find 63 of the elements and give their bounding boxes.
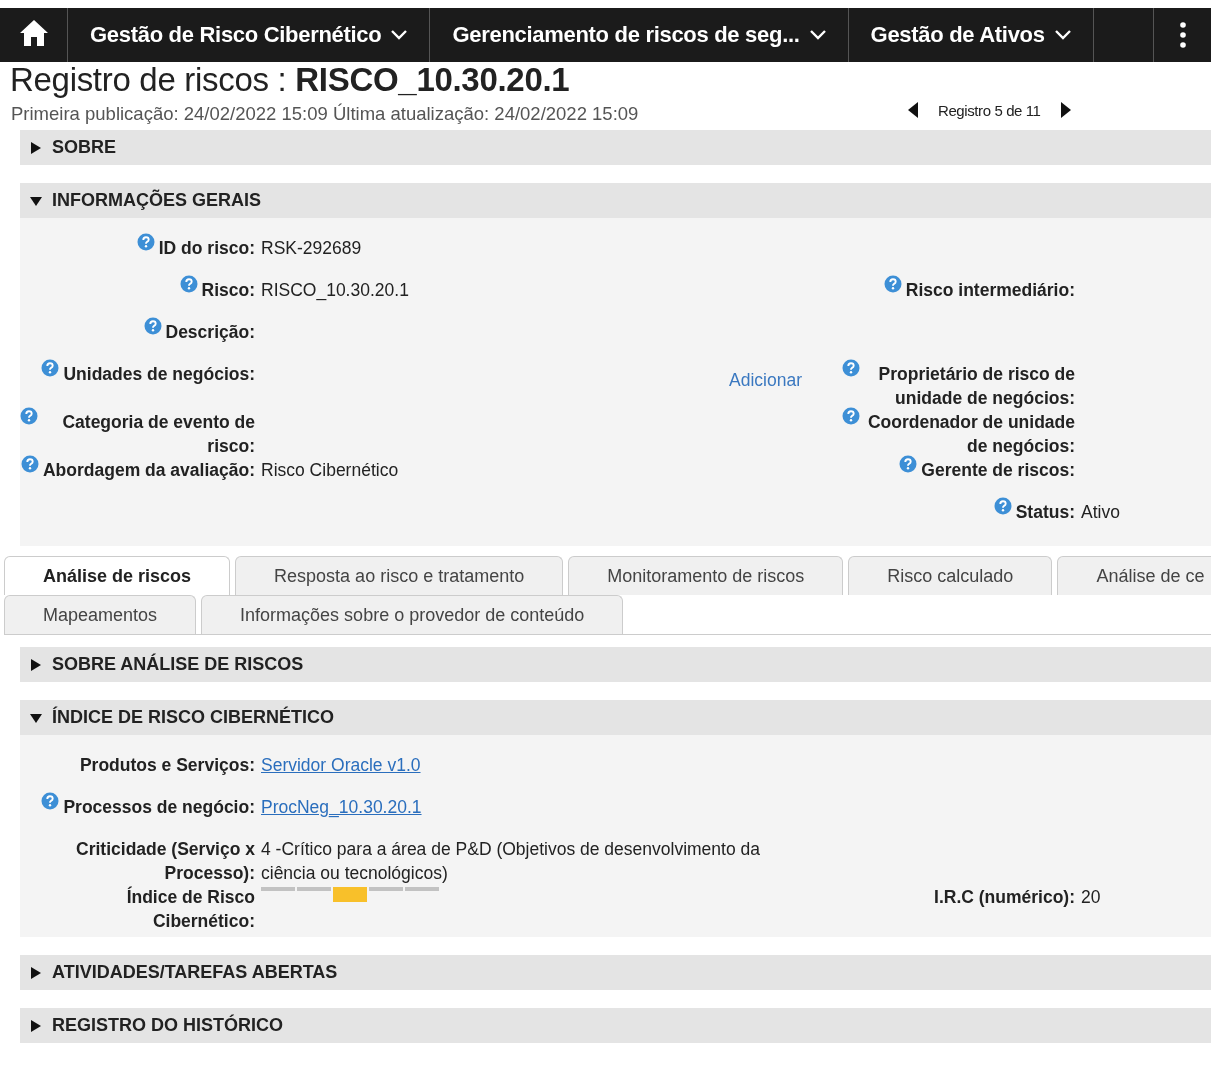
field-value: Risco Cibernético [261, 459, 399, 482]
field-label: Produtos e Serviços: [79, 754, 255, 777]
help-icon[interactable] [136, 233, 155, 251]
more-icon [1179, 22, 1186, 48]
field-label: Gerente de riscos: [921, 459, 1075, 482]
next-button[interactable] [1058, 100, 1073, 120]
add-link[interactable]: Adicionar [729, 368, 802, 410]
record-link[interactable]: ProcNeg_10.30.20.1 [261, 795, 422, 837]
field-label: Criticidade (Serviço x Processo): [75, 838, 255, 885]
help-icon[interactable] [883, 275, 902, 293]
field-label: Índice de Risco Cibernético: [125, 885, 255, 933]
tab[interactable]: Análise de riscos [4, 556, 231, 595]
field-label: Risco intermediário: [905, 279, 1075, 302]
field-label: Status: [1015, 501, 1075, 524]
help-icon[interactable] [20, 455, 39, 473]
section-header[interactable]: INFORMAÇÕES GERAIS [20, 183, 1211, 218]
page-title: Registro de riscos : RISCO_10.30.20.1 [9, 62, 571, 98]
field-label: Descrição: [165, 321, 255, 344]
field-label: Risco: [201, 279, 255, 302]
tab[interactable]: Mapeamentos [4, 595, 197, 634]
tab[interactable]: Análise de ce [1057, 556, 1211, 595]
section-header[interactable]: ATIVIDADES/TAREFAS ABERTAS [20, 955, 1211, 990]
help-icon[interactable] [143, 317, 162, 335]
help-icon[interactable] [842, 359, 860, 377]
tab[interactable]: Risco calculado [848, 556, 1053, 595]
help-icon[interactable] [842, 407, 860, 425]
field-label: Coordenador de unidade de negócios: [866, 411, 1075, 458]
caret-icon [809, 30, 826, 40]
help-icon[interactable] [899, 455, 918, 473]
publish-info: Primeira publicação: 24/02/2022 15:09 Última atualização: 24/02/2022 15:09 [11, 103, 640, 125]
tab[interactable]: Resposta ao risco e tratamento [235, 556, 564, 595]
record-counter: Registro 5 de 11 [938, 101, 1041, 119]
field-label: Categoria de evento de risco: [61, 411, 255, 458]
caret-icon [1054, 30, 1071, 40]
field-value: Ativo [1081, 501, 1120, 524]
section-header[interactable]: ÍNDICE DE RISCO CIBERNÉTICO [20, 700, 1211, 735]
field-value: 4 -Crítico para a área de P&D (Objetivos de desenvolvimento da ciência ou tecnológicos) [261, 838, 761, 885]
section-header[interactable]: SOBRE ANÁLISE DE RISCOS [20, 647, 1211, 682]
help-icon[interactable] [41, 792, 60, 810]
section-header[interactable]: REGISTRO DO HISTÓRICO [20, 1008, 1211, 1043]
field-value: RISCO_10.30.20.1 [261, 279, 409, 303]
field-value: RSK-292689 [261, 237, 362, 260]
field-label: I.R.C (numérico): [934, 886, 1075, 909]
help-icon[interactable] [993, 497, 1012, 515]
help-icon[interactable] [41, 359, 60, 377]
caret-icon [391, 30, 408, 40]
field-label: Unidades de negócios: [63, 363, 255, 386]
nav-menu[interactable]: Gestão de Ativos [848, 8, 1094, 62]
field-label: Processos de negócio: [63, 796, 255, 819]
tab[interactable]: Monitoramento de riscos [568, 556, 844, 595]
help-icon[interactable] [20, 407, 38, 425]
field-value: 20 [1081, 886, 1101, 909]
help-icon[interactable] [179, 275, 198, 293]
previous-button[interactable] [906, 100, 920, 120]
nav-menu[interactable]: Gestão de Risco Cibernético [68, 8, 431, 62]
field-label: ID do risco: [158, 237, 255, 260]
home-icon [18, 19, 49, 47]
section-header[interactable]: SOBRE [20, 130, 1211, 165]
field-label: Proprietário de risco de unidade de negócios: [877, 363, 1075, 410]
tab[interactable]: Informações sobre o provedor de conteúdo [201, 595, 624, 634]
record-link[interactable]: Servidor Oracle v1.0 [261, 753, 421, 795]
field-label: Abordagem da avaliação: [42, 459, 255, 482]
nav-menu[interactable]: Gerenciamento de riscos de seg... [430, 8, 849, 62]
